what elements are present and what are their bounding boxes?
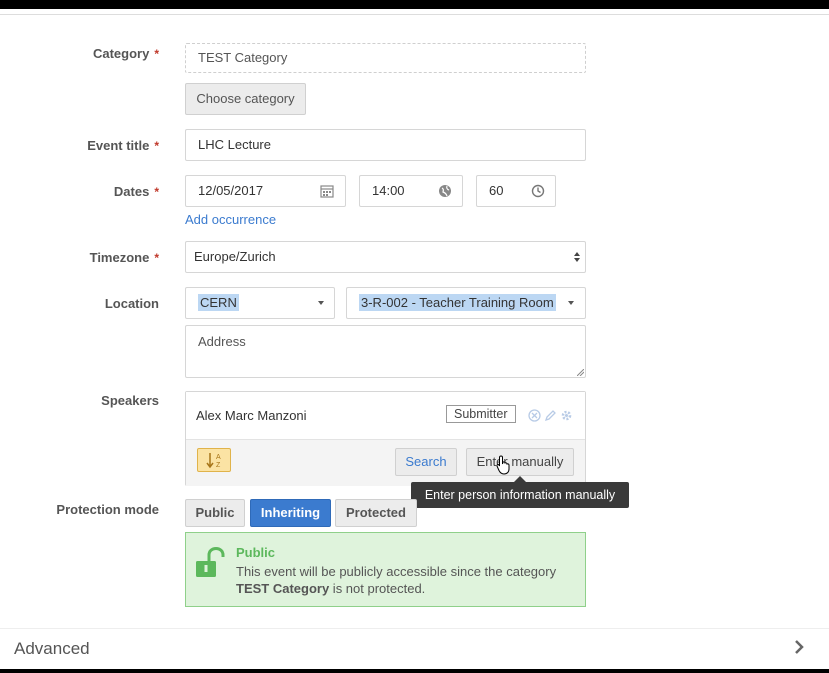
sort-alpha-icon: A Z <box>206 453 221 469</box>
location-label: Location <box>104 296 159 311</box>
room-value: 3-R-002 - Teacher Training Room <box>359 294 556 311</box>
speakers-box: Alex Marc Manzoni Submitter A Z Search E… <box>185 391 586 486</box>
duration-value: 60 <box>489 183 504 198</box>
dates-label: Dates * <box>113 184 159 199</box>
timezone-select[interactable]: Europe/Zurich <box>185 241 586 273</box>
protection-mode-label: Protection mode <box>56 502 159 517</box>
address-placeholder: Address <box>198 334 246 349</box>
timezone-label: Timezone * <box>89 250 159 265</box>
tooltip: Enter person information manually <box>411 482 629 508</box>
add-occurrence-link[interactable]: Add occurrence <box>185 212 276 227</box>
sort-alpha-button[interactable]: A Z <box>197 448 231 472</box>
address-textarea[interactable]: Address <box>185 325 586 378</box>
protection-protected-button[interactable]: Protected <box>335 499 417 527</box>
protection-info-text-1: This event will be publicly accessible s… <box>236 564 557 579</box>
speakers-label: Speakers <box>101 393 159 408</box>
globe-icon[interactable] <box>438 184 452 198</box>
window-top-bar <box>0 0 829 9</box>
submitter-badge[interactable]: Submitter <box>446 405 516 423</box>
event-title-input[interactable]: LHC Lecture <box>185 129 586 161</box>
clock-icon <box>531 184 545 198</box>
svg-text:Z: Z <box>216 462 221 469</box>
date-value: 12/05/2017 <box>198 183 264 198</box>
tooltip-arrow <box>514 476 526 482</box>
svg-text:A: A <box>216 454 221 461</box>
time-value: 14:00 <box>372 183 405 198</box>
select-arrows-icon <box>574 252 580 262</box>
category-field: TEST Category <box>185 43 586 73</box>
divider <box>0 14 829 15</box>
protection-public-button[interactable]: Public <box>185 499 245 527</box>
room-select[interactable]: 3-R-002 - Teacher Training Room <box>346 287 586 319</box>
remove-icon[interactable] <box>528 409 541 422</box>
event-title-label: Event title * <box>87 138 159 153</box>
calendar-icon[interactable] <box>320 184 334 198</box>
choose-category-button[interactable]: Choose category <box>185 83 306 115</box>
protection-info-category: TEST Category <box>236 581 330 596</box>
speaker-row: Alex Marc Manzoni Submitter <box>186 392 585 439</box>
chevron-right-icon <box>795 640 804 654</box>
advanced-section[interactable]: Advanced <box>0 628 829 669</box>
resize-handle-icon[interactable] <box>577 369 584 376</box>
protection-info-box: Public This event will be publicly acces… <box>185 532 586 607</box>
enter-manually-button[interactable]: Enter manually <box>466 448 574 476</box>
timezone-value: Europe/Zurich <box>194 249 276 264</box>
category-label: Category * <box>92 46 159 61</box>
speaker-name: Alex Marc Manzoni <box>196 408 307 423</box>
protection-inheriting-button[interactable]: Inheriting <box>250 499 331 527</box>
unlock-icon <box>196 547 225 577</box>
search-button[interactable]: Search <box>395 448 457 476</box>
venue-dropdown-caret-icon <box>318 301 324 305</box>
window-bottom-bar <box>0 669 829 673</box>
venue-value: CERN <box>198 294 239 311</box>
advanced-title: Advanced <box>14 639 90 658</box>
edit-icon[interactable] <box>544 409 557 422</box>
protection-info-text: This event will be publicly accessible s… <box>236 563 576 597</box>
venue-select[interactable]: CERN <box>185 287 335 319</box>
room-dropdown-caret-icon <box>568 301 574 305</box>
gear-icon[interactable] <box>560 409 573 422</box>
protection-info-text-2: is not protected. <box>329 581 426 596</box>
protection-info-title: Public <box>236 545 276 560</box>
hand-cursor-icon <box>496 455 510 475</box>
